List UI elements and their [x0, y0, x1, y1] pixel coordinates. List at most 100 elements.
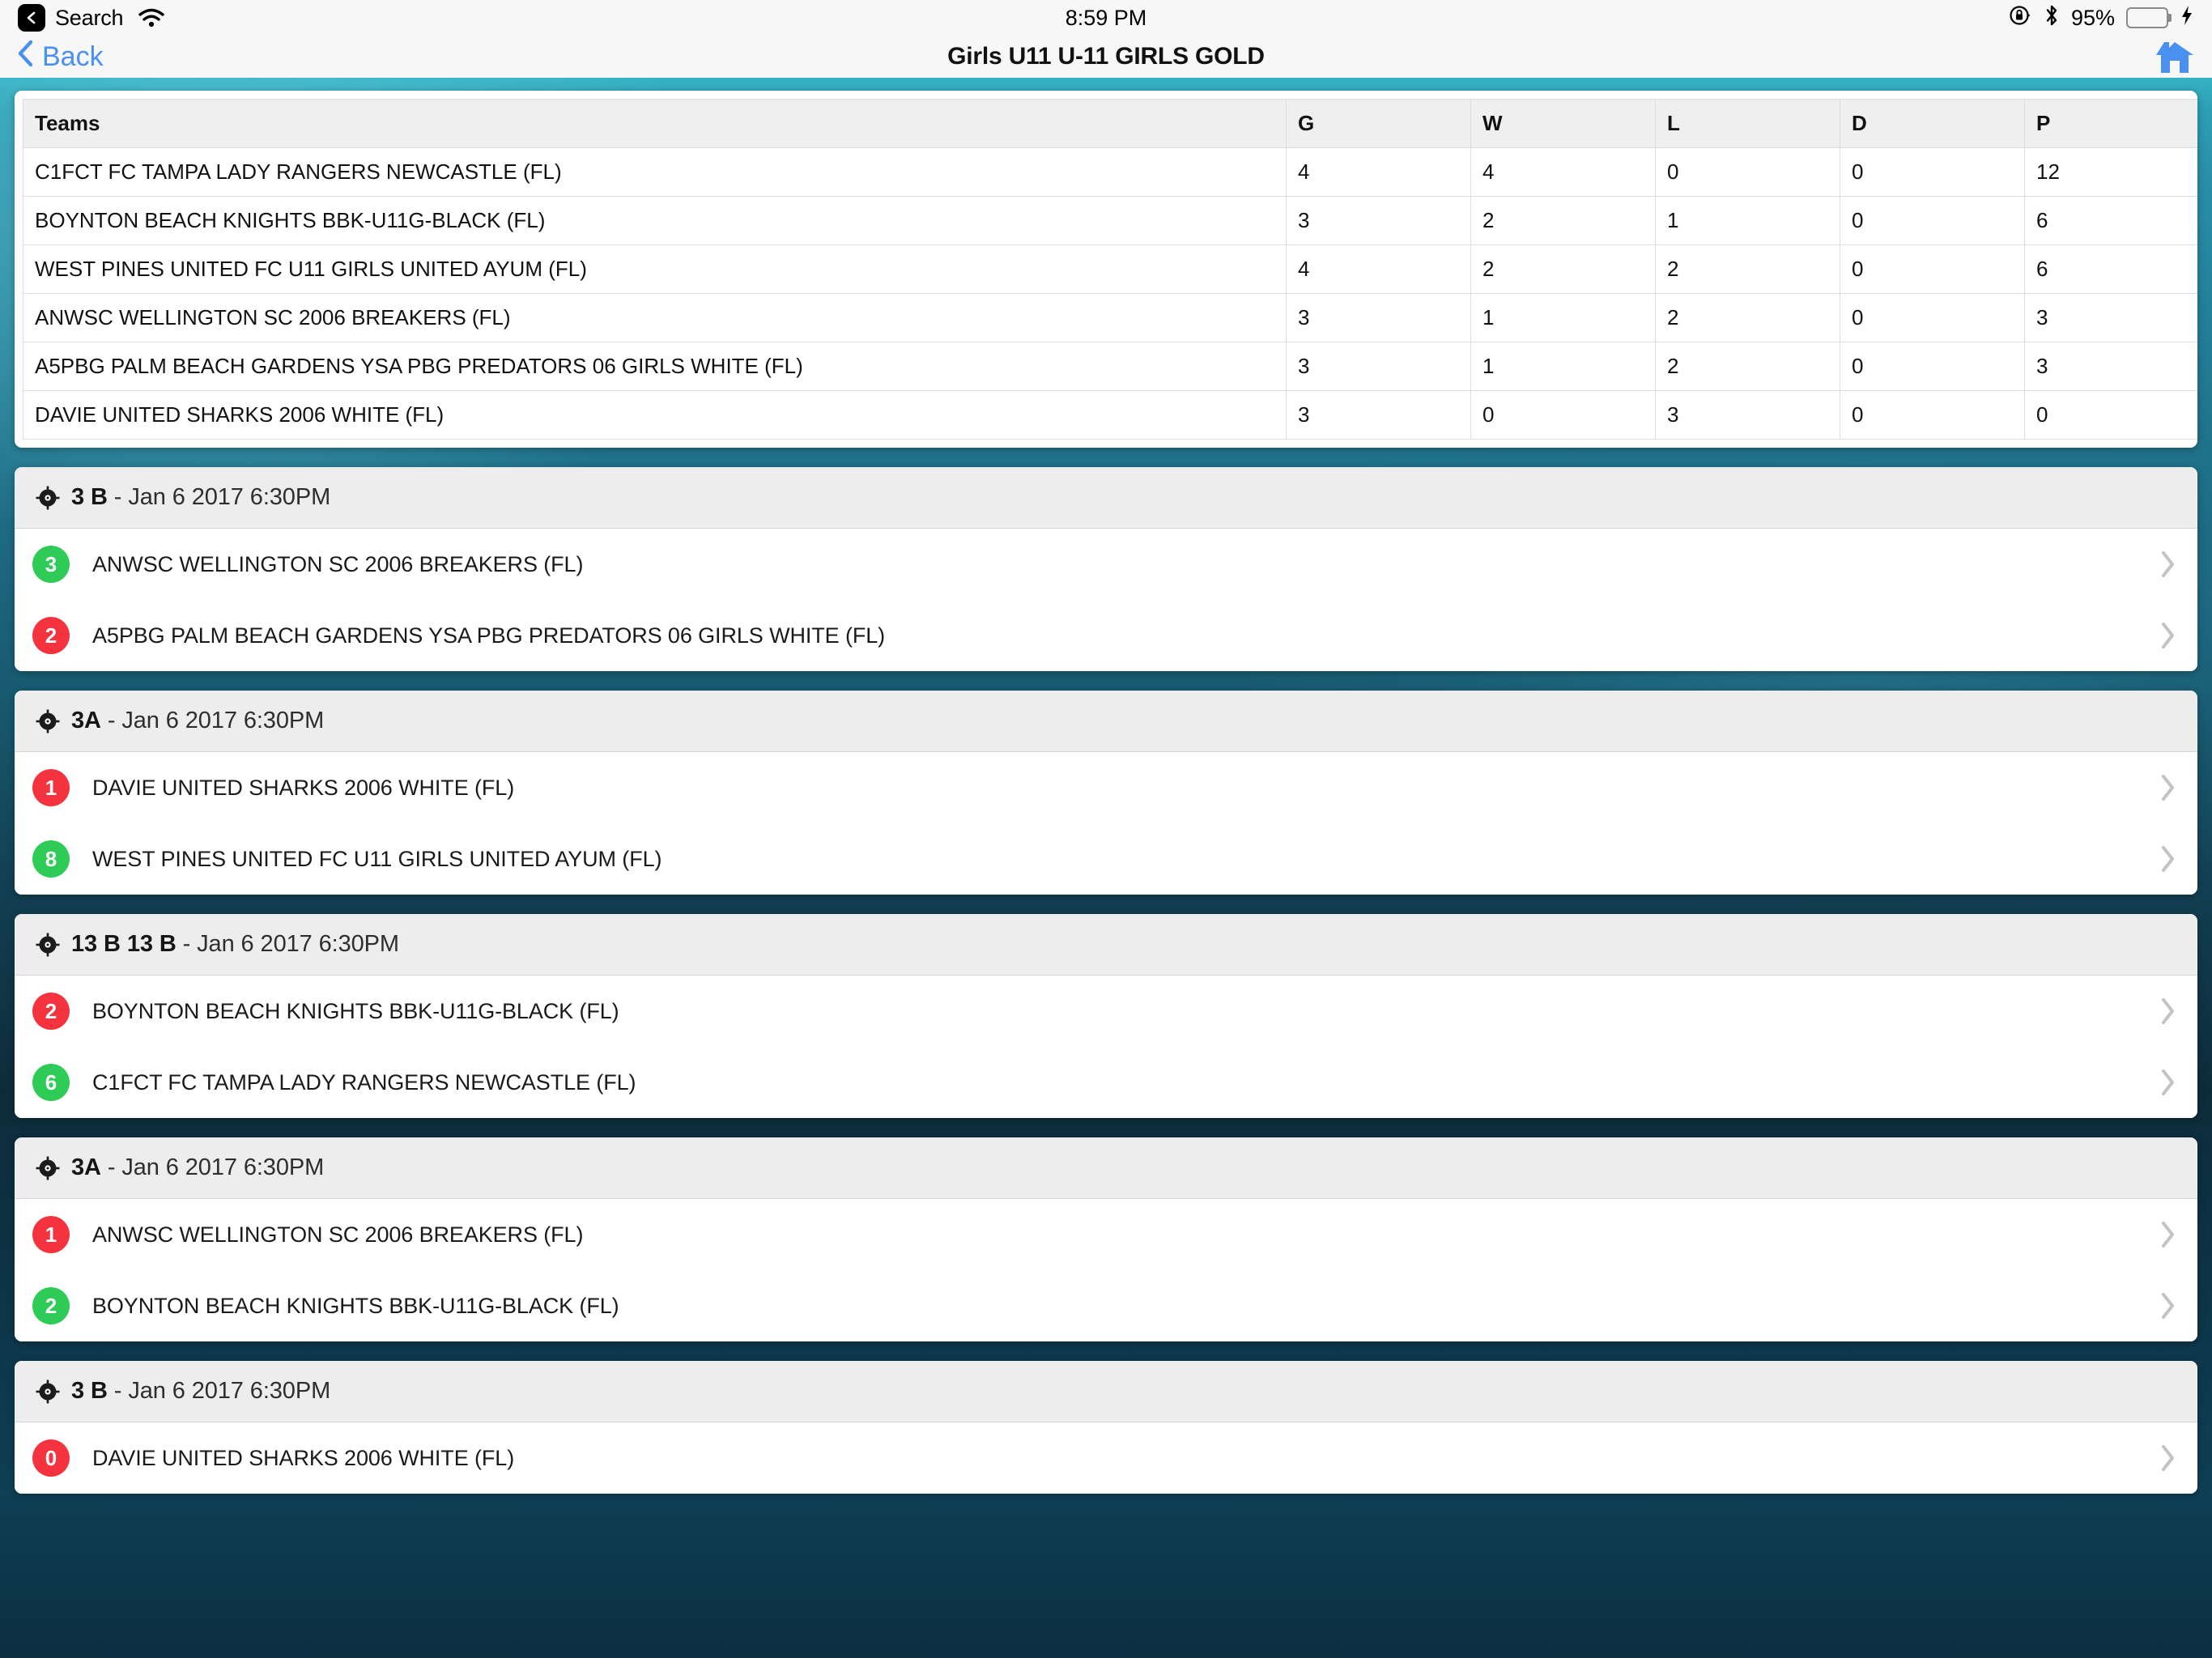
rotation-lock-icon: [2008, 3, 2032, 33]
soccer-ball-icon: [36, 486, 60, 510]
match-team-row-0-1[interactable]: 2 A5PBG PALM BEACH GARDENS YSA PBG PREDA…: [15, 600, 2197, 671]
match-team-row-4-0[interactable]: 0 DAVIE UNITED SHARKS 2006 WHITE (FL): [15, 1422, 2197, 1494]
match-card-header: 3A - Jan 6 2017 6:30PM: [15, 1137, 2197, 1199]
cell-l: 2: [1655, 342, 1840, 391]
chevron-right-icon: [2159, 997, 2176, 1026]
table-row: BOYNTON BEACH KNIGHTS BBK-U11G-BLACK (FL…: [23, 196, 2197, 245]
score-badge: 6: [32, 1064, 70, 1101]
match-header-label: 3A - Jan 6 2017 6:30PM: [71, 1154, 325, 1180]
match-card-4: 3 B - Jan 6 2017 6:30PM 0 DAVIE UNITED S…: [15, 1361, 2197, 1494]
standings-header-row: Teams G W L D P: [23, 99, 2197, 148]
match-field-label: 3A: [71, 708, 101, 733]
table-row: DAVIE UNITED SHARKS 2006 WHITE (FL) 3 0 …: [23, 390, 2197, 440]
cell-team: C1FCT FC TAMPA LADY RANGERS NEWCASTLE (F…: [23, 147, 1287, 197]
chevron-right-icon: [2159, 1220, 2176, 1249]
lightning-bolt-icon: [2180, 3, 2194, 33]
status-bar-clock: 8:59 PM: [1065, 5, 1147, 30]
match-header-label: 13 B 13 B - Jan 6 2017 6:30PM: [71, 931, 399, 957]
table-row: C1FCT FC TAMPA LADY RANGERS NEWCASTLE (F…: [23, 147, 2197, 197]
battery-icon: [2126, 7, 2168, 28]
column-header-l: L: [1655, 99, 1840, 148]
scroll-area[interactable]: Teams G W L D P C1FCT FC TAMPA LADY RANG…: [0, 78, 2212, 1494]
soccer-ball-icon: [36, 933, 60, 957]
home-button[interactable]: [2154, 36, 2196, 79]
match-team-row-1-1[interactable]: 8 WEST PINES UNITED FC U11 GIRLS UNITED …: [15, 823, 2197, 895]
wifi-icon: [138, 7, 165, 28]
match-team-rows: 1 ANWSC WELLINGTON SC 2006 BREAKERS (FL)…: [15, 1199, 2197, 1341]
match-team-row-2-1[interactable]: 6 C1FCT FC TAMPA LADY RANGERS NEWCASTLE …: [15, 1047, 2197, 1118]
match-team-rows: 1 DAVIE UNITED SHARKS 2006 WHITE (FL) 8 …: [15, 752, 2197, 895]
cell-team: A5PBG PALM BEACH GARDENS YSA PBG PREDATO…: [23, 342, 1287, 391]
match-team-name: BOYNTON BEACH KNIGHTS BBK-U11G-BLACK (FL…: [92, 998, 619, 1023]
score-badge: 2: [32, 1287, 70, 1324]
cell-team: ANWSC WELLINGTON SC 2006 BREAKERS (FL): [23, 293, 1287, 342]
cell-team: BOYNTON BEACH KNIGHTS BBK-U11G-BLACK (FL…: [23, 196, 1287, 245]
cell-g: 3: [1286, 390, 1471, 440]
standings-table: Teams G W L D P C1FCT FC TAMPA LADY RANG…: [23, 99, 2197, 440]
column-header-d: D: [1840, 99, 2025, 148]
status-bar-right: 95%: [2008, 3, 2194, 33]
status-back-chip-icon[interactable]: [18, 4, 45, 32]
match-header-label: 3A - Jan 6 2017 6:30PM: [71, 708, 325, 733]
standings-body: C1FCT FC TAMPA LADY RANGERS NEWCASTLE (F…: [23, 147, 2197, 440]
cell-p: 3: [2024, 342, 2197, 391]
status-bar: Search 8:59 PM 95%: [0, 0, 2212, 36]
cell-d: 0: [1840, 342, 2025, 391]
column-header-teams: Teams: [23, 99, 1287, 148]
cell-l: 0: [1655, 147, 1840, 197]
navigation-bar: Back Girls U11 U-11 GIRLS GOLD: [0, 36, 2212, 78]
match-team-rows: 0 DAVIE UNITED SHARKS 2006 WHITE (FL): [15, 1422, 2197, 1494]
match-card-header: 3 B - Jan 6 2017 6:30PM: [15, 467, 2197, 529]
match-card-0: 3 B - Jan 6 2017 6:30PM 3 ANWSC WELLINGT…: [15, 467, 2197, 671]
match-team-name: WEST PINES UNITED FC U11 GIRLS UNITED AY…: [92, 846, 662, 871]
cell-team: DAVIE UNITED SHARKS 2006 WHITE (FL): [23, 390, 1287, 440]
cell-l: 2: [1655, 293, 1840, 342]
page-title: Girls U11 U-11 GIRLS GOLD: [947, 43, 1265, 70]
cell-l: 3: [1655, 390, 1840, 440]
match-team-row-3-0[interactable]: 1 ANWSC WELLINGTON SC 2006 BREAKERS (FL): [15, 1199, 2197, 1270]
match-team-name: C1FCT FC TAMPA LADY RANGERS NEWCASTLE (F…: [92, 1069, 636, 1095]
match-card-header: 13 B 13 B - Jan 6 2017 6:30PM: [15, 914, 2197, 976]
match-team-name: DAVIE UNITED SHARKS 2006 WHITE (FL): [92, 775, 515, 800]
score-badge: 8: [32, 840, 70, 878]
bluetooth-icon: [2044, 3, 2060, 33]
cell-w: 4: [1470, 147, 1656, 197]
cell-p: 12: [2024, 147, 2197, 197]
match-team-row-3-1[interactable]: 2 BOYNTON BEACH KNIGHTS BBK-U11G-BLACK (…: [15, 1270, 2197, 1341]
cell-w: 2: [1470, 196, 1656, 245]
cell-l: 2: [1655, 244, 1840, 294]
cell-d: 0: [1840, 244, 2025, 294]
cell-l: 1: [1655, 196, 1840, 245]
match-field-label: 13 B 13 B: [71, 931, 177, 957]
cell-d: 0: [1840, 390, 2025, 440]
cell-p: 6: [2024, 244, 2197, 294]
match-team-row-2-0[interactable]: 2 BOYNTON BEACH KNIGHTS BBK-U11G-BLACK (…: [15, 976, 2197, 1047]
match-field-label: 3 B: [71, 484, 108, 510]
match-card-header: 3A - Jan 6 2017 6:30PM: [15, 691, 2197, 752]
score-badge: 3: [32, 546, 70, 583]
score-badge: 1: [32, 1216, 70, 1253]
match-header-label: 3 B - Jan 6 2017 6:30PM: [71, 1378, 331, 1404]
cell-w: 2: [1470, 244, 1656, 294]
match-list: 3 B - Jan 6 2017 6:30PM 3 ANWSC WELLINGT…: [15, 467, 2197, 1494]
table-row: WEST PINES UNITED FC U11 GIRLS UNITED AY…: [23, 244, 2197, 294]
cell-w: 1: [1470, 293, 1656, 342]
home-icon: [2154, 36, 2196, 79]
match-card-1: 3A - Jan 6 2017 6:30PM 1 DAVIE UNITED SH…: [15, 691, 2197, 895]
status-back-app-label[interactable]: Search: [55, 6, 124, 31]
chevron-right-icon: [2159, 1068, 2176, 1097]
match-field-label: 3A: [71, 1154, 101, 1180]
cell-g: 3: [1286, 293, 1471, 342]
match-team-rows: 2 BOYNTON BEACH KNIGHTS BBK-U11G-BLACK (…: [15, 976, 2197, 1118]
score-badge: 2: [32, 993, 70, 1030]
cell-team: WEST PINES UNITED FC U11 GIRLS UNITED AY…: [23, 244, 1287, 294]
match-header-label: 3 B - Jan 6 2017 6:30PM: [71, 484, 331, 510]
cell-p: 0: [2024, 390, 2197, 440]
table-row: A5PBG PALM BEACH GARDENS YSA PBG PREDATO…: [23, 342, 2197, 391]
battery-percent-label: 95%: [2070, 5, 2115, 30]
match-team-row-1-0[interactable]: 1 DAVIE UNITED SHARKS 2006 WHITE (FL): [15, 752, 2197, 823]
match-team-row-0-0[interactable]: 3 ANWSC WELLINGTON SC 2006 BREAKERS (FL): [15, 529, 2197, 600]
cell-g: 3: [1286, 196, 1471, 245]
match-team-name: ANWSC WELLINGTON SC 2006 BREAKERS (FL): [92, 551, 584, 576]
column-header-p: P: [2024, 99, 2197, 148]
